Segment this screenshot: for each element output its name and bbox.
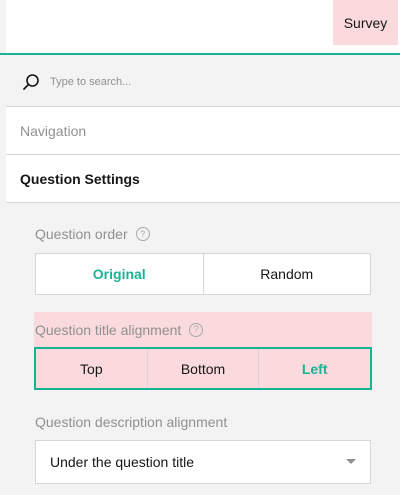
chevron-down-icon	[346, 459, 356, 464]
title-alignment-button-group: Top Bottom Left	[34, 347, 372, 390]
question-order-button-group: Original Random	[35, 253, 371, 295]
title-alignment-label-text: Question title alignment	[35, 321, 182, 338]
help-icon[interactable]: ?	[135, 227, 150, 241]
title-alignment-bottom-button[interactable]: Bottom	[148, 349, 260, 388]
description-alignment-label-text: Question description alignment	[35, 414, 228, 430]
search-input[interactable]	[50, 75, 350, 88]
title-alignment-left-button[interactable]: Left	[259, 349, 370, 388]
section-navigation[interactable]: Navigation	[6, 107, 400, 155]
question-order-label-text: Question order	[35, 226, 128, 242]
top-bar: Survey	[0, 0, 400, 55]
question-order-label: Question order ?	[35, 226, 150, 242]
question-order-random-button[interactable]: Random	[204, 254, 371, 294]
help-icon[interactable]: ?	[189, 322, 204, 337]
title-alignment-label: Question title alignment ?	[34, 312, 372, 347]
question-settings-panel: Question order ? Original Random Questio…	[6, 203, 400, 495]
description-alignment-value: Under the question title	[50, 454, 194, 470]
question-order-original-button[interactable]: Original	[36, 254, 204, 294]
title-alignment-top-button[interactable]: Top	[36, 349, 148, 388]
survey-tab[interactable]: Survey	[333, 0, 398, 45]
description-alignment-label: Question description alignment	[35, 414, 227, 430]
section-question-settings[interactable]: Question Settings	[6, 155, 400, 203]
search-icon	[20, 71, 42, 93]
description-alignment-select[interactable]: Under the question title	[35, 440, 371, 484]
search-bar	[6, 57, 400, 107]
